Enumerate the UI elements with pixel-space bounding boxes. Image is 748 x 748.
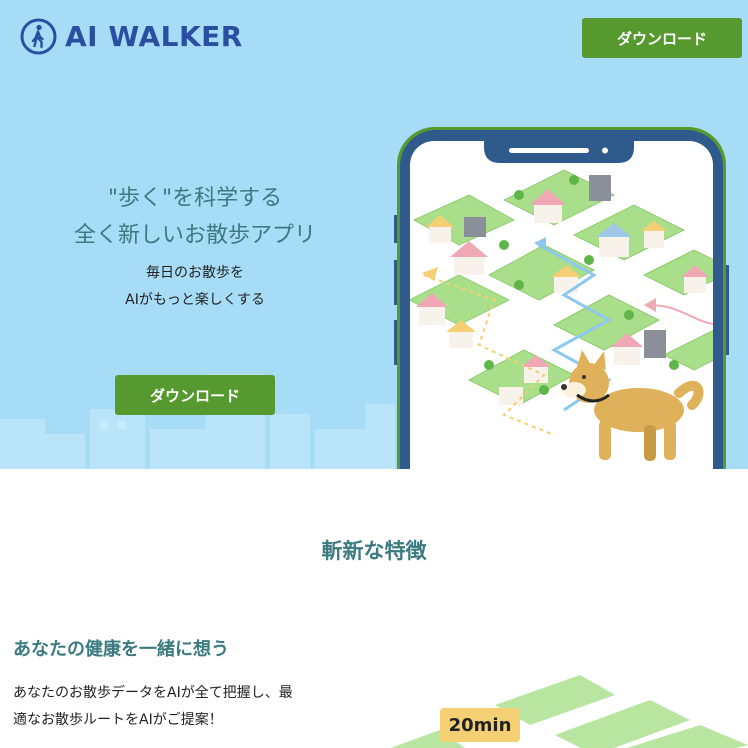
hero-sub-line1: 毎日のお散歩を: [146, 265, 244, 281]
header-download-button[interactable]: ダウンロード: [582, 18, 742, 58]
hero-headline-line2: 全く新しいお散歩アプリ: [73, 223, 316, 248]
hero-download-button[interactable]: ダウンロード: [115, 375, 275, 415]
landing-page: AI WALKER ダウンロード "歩く"を科学する 全く新しいお散歩アプリ 毎…: [0, 0, 748, 748]
route-map-illustration: [390, 675, 748, 748]
hero-sub-line2: AIがもっと楽しくする: [125, 292, 265, 308]
hero-headline: "歩く"を科学する 全く新しいお散歩アプリ: [30, 180, 360, 254]
brand-name: AI WALKER: [65, 20, 243, 53]
walking-person-icon: [20, 18, 57, 55]
brand-logo[interactable]: AI WALKER: [20, 18, 243, 55]
phone-mockup-illustration: [394, 127, 729, 469]
hero-subheadline: 毎日のお散歩を AIがもっと楽しくする: [30, 260, 360, 314]
feature-heading: あなたの健康を一緒に想う: [13, 639, 229, 660]
feature-description-line2: 適なお散歩ルートをAIがご提案！: [13, 712, 223, 728]
features-section-title: 斬新な特徴: [321, 539, 427, 563]
hero-headline-line1: "歩く"を科学する: [107, 186, 283, 211]
duration-badge: 20min: [440, 708, 520, 742]
feature-description-line1: あなたのお散歩データをAIが全て把握し、最: [13, 685, 293, 701]
hero-section: AI WALKER ダウンロード "歩く"を科学する 全く新しいお散歩アプリ 毎…: [0, 0, 748, 469]
feature-description: あなたのお散歩データをAIが全て把握し、最 適なお散歩ルートをAIがご提案！: [13, 680, 353, 734]
